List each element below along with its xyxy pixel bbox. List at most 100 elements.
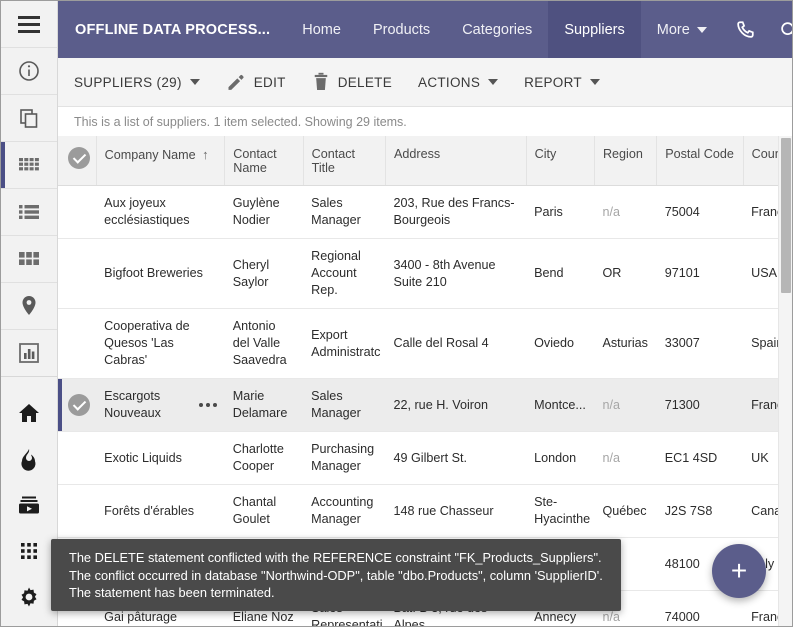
column-header-contact-name[interactable]: Contact Name — [224, 136, 304, 186]
cell-company-name-text: Bigfoot Breweries — [104, 266, 203, 280]
sidebar-item-map[interactable] — [1, 283, 57, 330]
info-icon — [19, 61, 39, 81]
actions-menu[interactable]: ACTIONS — [418, 75, 512, 90]
phone-icon — [737, 20, 754, 38]
column-header-city[interactable]: City — [526, 136, 595, 186]
error-toast: The DELETE statement conflicted with the… — [51, 539, 621, 611]
apps-grid-icon — [21, 543, 37, 559]
cell-contact-name: Marie Delamare — [224, 378, 304, 432]
hamburger-menu-icon — [18, 15, 40, 33]
nav-tab-categories-label: Categories — [462, 21, 533, 38]
sidebar-item-list[interactable] — [1, 189, 57, 236]
cell-contact-title: Purchasing Manager — [303, 431, 386, 485]
trash-icon — [314, 72, 327, 90]
column-header-postal-code[interactable]: Postal Code — [656, 136, 744, 186]
nav-tab-categories[interactable]: Categories — [446, 1, 548, 58]
cell-city: London — [526, 431, 595, 485]
column-header-address[interactable]: Address — [385, 136, 527, 186]
cell-region: n/a — [594, 431, 657, 485]
nav-tab-home[interactable]: Home — [286, 1, 357, 58]
top-navigation-bar: OFFLINE DATA PROCESS... Home Products Ca… — [58, 1, 792, 58]
add-record-button[interactable]: + — [712, 544, 766, 598]
row-select-cell[interactable] — [58, 238, 97, 309]
chevron-down-icon — [189, 79, 200, 85]
table-row[interactable]: Escargots Nouveaux Marie Delamare Sales Ma… — [58, 378, 792, 432]
row-select-cell[interactable] — [58, 484, 97, 538]
report-menu[interactable]: REPORT — [524, 75, 614, 90]
sidebar-item-home[interactable] — [1, 390, 57, 436]
nav-tab-more[interactable]: More — [641, 1, 723, 58]
row-checkbox-checked[interactable] — [68, 394, 90, 416]
sidebar-item-charts[interactable] — [1, 330, 57, 377]
sidebar-item-apps[interactable] — [1, 528, 57, 574]
column-header-region[interactable]: Region — [594, 136, 658, 186]
command-bar: SUPPLIERS (29) EDIT DELETE ACTIONS REPOR… — [58, 58, 792, 107]
cell-company-name-text: Cooperativa de Quesos 'Las Cabras' — [104, 319, 190, 367]
cell-contact-title: Export Administratc — [303, 308, 386, 379]
cell-contact-name: Chantal Goulet — [224, 484, 304, 538]
cell-region: n/a — [594, 185, 657, 239]
row-select-cell[interactable] — [58, 185, 97, 239]
phone-button[interactable] — [723, 1, 767, 58]
hamburger-menu-button[interactable] — [1, 1, 57, 48]
cell-postal-code: EC1 4SD — [656, 431, 744, 485]
vertical-scrollbar[interactable] — [778, 136, 792, 626]
nav-tab-products-label: Products — [372, 21, 431, 38]
table-row[interactable]: Exotic Liquids Charlotte Cooper Purchasing… — [58, 431, 792, 485]
search-button[interactable] — [767, 1, 792, 58]
cell-postal-code: 75004 — [656, 185, 744, 239]
sidebar-item-trending[interactable] — [1, 436, 57, 482]
home-icon — [19, 404, 39, 422]
select-all-header[interactable] — [58, 136, 97, 186]
cell-company-name-text: Gai pâturage — [104, 609, 177, 624]
chevron-down-icon — [488, 79, 499, 85]
top-actions — [723, 1, 792, 58]
cell-address: 3400 - 8th Avenue Suite 210 — [385, 238, 527, 309]
delete-button-label: DELETE — [337, 74, 393, 90]
copy-icon — [20, 109, 38, 128]
rail-spacer — [1, 377, 57, 390]
app-title: OFFLINE DATA PROCESS... — [75, 21, 271, 38]
edit-button-label: EDIT — [253, 74, 286, 90]
cell-address: Calle del Rosal 4 — [385, 308, 527, 379]
view-selector[interactable]: SUPPLIERS (29) — [74, 75, 214, 90]
cell-city: Oviedo — [526, 308, 595, 379]
sidebar-item-copy[interactable] — [1, 95, 57, 142]
table-header-row: Company Name ↑ Contact Name Contact Titl… — [58, 136, 792, 186]
sidebar-item-info[interactable] — [1, 48, 57, 95]
cell-region: OR — [594, 238, 657, 309]
column-header-company-name[interactable]: Company Name ↑ — [96, 136, 226, 186]
chart-icon — [19, 343, 39, 363]
row-overflow-menu-icon[interactable] — [198, 403, 217, 407]
cell-contact-title: Regional Account Rep. — [303, 238, 386, 309]
plus-icon: + — [730, 555, 748, 586]
nav-tab-products[interactable]: Products — [357, 1, 446, 58]
cell-company-name: Forêts d'érables — [96, 484, 225, 538]
cell-company-name: Exotic Liquids — [96, 431, 225, 485]
row-select-cell[interactable] — [58, 378, 97, 432]
nav-tab-suppliers-label: Suppliers — [564, 21, 625, 38]
delete-button[interactable]: DELETE — [312, 72, 406, 92]
nav-tab-suppliers[interactable]: Suppliers — [548, 1, 641, 58]
cell-region: Québec — [594, 484, 657, 538]
list-icon — [19, 205, 39, 219]
edit-button[interactable]: EDIT — [226, 72, 300, 92]
sidebar-item-tiles[interactable] — [1, 236, 57, 283]
sidebar-item-video[interactable] — [1, 482, 57, 528]
flame-icon — [21, 449, 36, 471]
select-all-checkbox[interactable] — [68, 147, 90, 169]
table-row[interactable]: Aux joyeux ecclésiastiques Guylène Nodier… — [58, 185, 792, 239]
vertical-scrollbar-thumb[interactable] — [781, 138, 791, 293]
application-window: OFFLINE DATA PROCESS... Home Products Ca… — [0, 0, 793, 627]
row-select-cell[interactable] — [58, 308, 97, 379]
sidebar-item-settings[interactable] — [1, 574, 57, 620]
rail-top-group — [1, 1, 57, 377]
row-select-cell[interactable] — [58, 431, 97, 485]
map-pin-icon — [22, 296, 36, 315]
sidebar-item-grid[interactable] — [1, 142, 57, 189]
cell-address: 49 Gilbert St. — [385, 431, 527, 485]
table-row[interactable]: Forêts d'érables Chantal Goulet Accounting… — [58, 484, 792, 538]
column-header-contact-title[interactable]: Contact Title — [303, 136, 386, 186]
table-row[interactable]: Bigfoot Breweries Cheryl Saylor Regional A… — [58, 238, 792, 309]
table-row[interactable]: Cooperativa de Quesos 'Las Cabras' Antoni… — [58, 308, 792, 379]
